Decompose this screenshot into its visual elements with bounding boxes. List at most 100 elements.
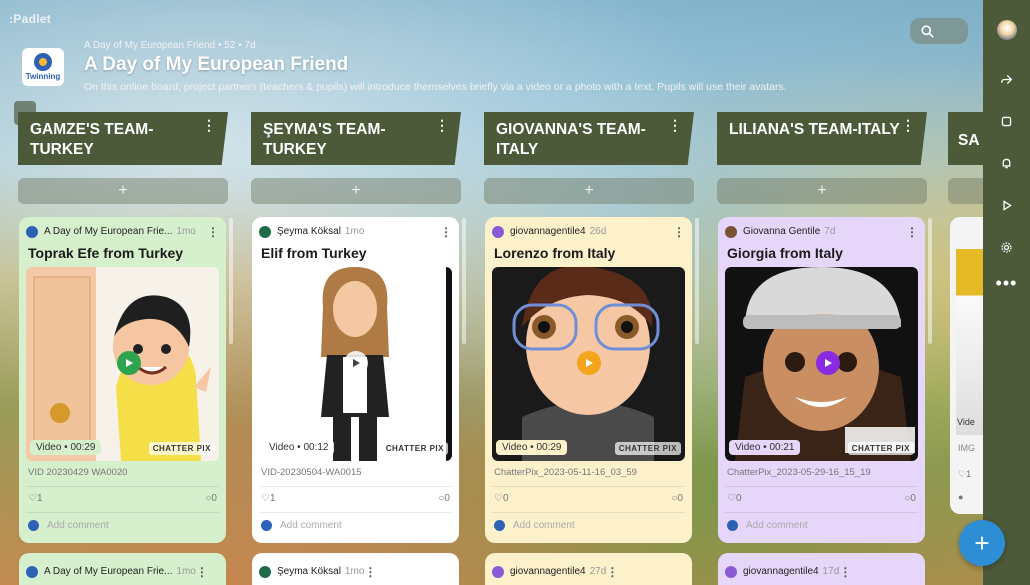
scrollbar[interactable] [462, 218, 466, 344]
divider [259, 486, 452, 487]
post-video[interactable]: Video • 00:29 CHATTER PIX [26, 267, 219, 461]
video-filename: IMG [958, 443, 975, 453]
author-avatar [725, 565, 737, 578]
post-menu-icon[interactable]: ⋮ [906, 225, 918, 239]
column-header-partial[interactable]: SA [948, 112, 983, 165]
column-menu-icon[interactable]: ⋮ [435, 118, 449, 132]
column-menu-icon[interactable]: ⋮ [901, 118, 915, 132]
post-card-next[interactable]: giovannagentile4 17d ⋮ [718, 553, 925, 585]
add-post-button[interactable]: + [251, 178, 461, 204]
commenter-avatar: ● [958, 492, 964, 502]
add-post-button[interactable]: + [18, 178, 228, 204]
post-menu-icon[interactable]: ⋮ [364, 565, 376, 579]
slideshow-button[interactable] [994, 192, 1020, 218]
settings-button[interactable] [994, 234, 1020, 260]
comment-count[interactable]: ○0 [671, 493, 683, 504]
like-button[interactable]: ♡1 [958, 469, 971, 480]
post-card-partial[interactable]: Vide IMG ♡1 ● [950, 217, 983, 514]
share-button[interactable] [994, 66, 1020, 92]
divider [26, 512, 219, 513]
post-menu-icon[interactable]: ⋮ [207, 225, 219, 239]
like-button[interactable]: ♡0 [727, 493, 742, 504]
post-menu-icon[interactable]: ⋮ [440, 225, 452, 239]
comment-count[interactable]: ○0 [205, 493, 217, 504]
search-icon [921, 24, 934, 38]
board-meta: A Day of My European Friend • 52 • 7d [84, 40, 256, 51]
add-post-fab[interactable]: + [959, 520, 1005, 566]
column-liliana: LILIANA'S TEAM-ITALY ⋮ + [717, 112, 927, 204]
post-menu-icon[interactable]: ⋮ [839, 565, 851, 579]
column-title: LILIANA'S TEAM-ITALY [729, 121, 900, 138]
add-comment-field[interactable]: Add comment [259, 520, 452, 531]
play-button[interactable] [117, 351, 141, 375]
scrollbar[interactable] [695, 218, 699, 344]
notifications-button[interactable] [994, 150, 1020, 176]
add-comment-field[interactable]: Add comment [725, 520, 918, 531]
post-video[interactable]: Video • 00:21 CHATTER PIX [725, 267, 918, 461]
play-button[interactable] [344, 351, 368, 375]
like-button[interactable]: ♡1 [28, 493, 43, 504]
column-header[interactable]: GAMZE'S TEAM-TURKEY ⋮ [18, 112, 228, 165]
scrollbar[interactable] [928, 218, 932, 344]
add-comment-field[interactable]: Add comment [26, 520, 219, 531]
divider [492, 512, 685, 513]
post-time: 26d [589, 226, 607, 237]
post-card[interactable]: Giovanna Gentile 7d ⋮ Giorgia from Italy… [718, 217, 925, 543]
author-avatar [259, 225, 271, 238]
padlet-logo[interactable]: :Padlet [9, 12, 51, 26]
play-icon [825, 359, 832, 367]
post-title: Toprak Efe from Turkey [28, 245, 184, 261]
post-card-next[interactable]: A Day of My European Frie... 1mo ⋮ [19, 553, 226, 585]
add-post-button-partial[interactable] [948, 178, 983, 204]
post-author: A Day of My European Frie... [44, 566, 173, 577]
add-post-button[interactable]: + [484, 178, 694, 204]
video-duration-badge: Vide [957, 417, 975, 427]
divider [26, 486, 219, 487]
like-button[interactable]: ♡0 [494, 493, 509, 504]
scrollbar[interactable] [229, 218, 233, 344]
comment-count[interactable]: ○0 [904, 493, 916, 504]
post-thumbnail-partial [956, 249, 983, 435]
post-card[interactable]: giovannagentile4 26d ⋮ Lorenzo from Ital… [485, 217, 692, 543]
video-duration-badge: Video • 00:12 [263, 440, 335, 455]
comment-count[interactable]: ○0 [438, 493, 450, 504]
column-header[interactable]: ŞEYMA'S TEAM-TURKEY ⋮ [251, 112, 461, 165]
add-comment-field[interactable]: Add comment [492, 520, 685, 531]
more-icon[interactable]: ••• [996, 274, 1018, 292]
post-time: 1mo [344, 226, 365, 237]
column-menu-icon[interactable]: ⋮ [668, 118, 682, 132]
like-button[interactable]: ♡1 [261, 493, 276, 504]
play-button[interactable] [816, 351, 840, 375]
post-card[interactable]: Şeyma Köksal 1mo ⋮ Elif from Turkey Vide… [252, 217, 459, 543]
play-icon [353, 359, 360, 367]
column-menu-icon[interactable]: ⋮ [202, 118, 216, 132]
post-author: Giovanna Gentile [743, 226, 821, 237]
post-author: Şeyma Köksal [277, 566, 341, 577]
post-time: 7d [824, 226, 836, 237]
post-video[interactable]: Video • 00:12 CHATTER PIX [259, 267, 452, 461]
board-logo: Twinning [22, 48, 64, 86]
post-card[interactable]: A Day of My European Frie... 1mo ⋮ Topra… [19, 217, 226, 543]
video-filename: VID-20230504-WA0015 [261, 467, 362, 478]
post-menu-icon[interactable]: ⋮ [673, 225, 685, 239]
post-video[interactable]: Video • 00:29 CHATTER PIX [492, 267, 685, 461]
commenter-avatar [28, 520, 39, 531]
post-card-next[interactable]: giovannagentile4 27d ⋮ [485, 553, 692, 585]
column-header[interactable]: GIOVANNA'S TEAM-ITALY ⋮ [484, 112, 694, 165]
post-author: Şeyma Köksal [277, 226, 341, 237]
column-header[interactable]: LILIANA'S TEAM-ITALY ⋮ [717, 112, 927, 165]
remake-button[interactable] [994, 108, 1020, 134]
chatterpix-watermark: CHATTER PIX [847, 442, 914, 455]
post-card-next[interactable]: Şeyma Köksal 1mo ⋮ [252, 553, 459, 585]
divider [492, 486, 685, 487]
search-button[interactable] [910, 18, 968, 44]
author-avatar [492, 225, 504, 238]
post-time: 17d [822, 566, 840, 577]
column-title: ŞEYMA'S TEAM-TURKEY [263, 121, 386, 158]
post-menu-icon[interactable]: ⋮ [196, 565, 208, 579]
post-menu-icon[interactable]: ⋮ [606, 565, 618, 579]
play-button[interactable] [577, 351, 601, 375]
video-duration-badge: Video • 00:29 [496, 440, 568, 455]
user-avatar[interactable] [996, 20, 1017, 40]
add-post-button[interactable]: + [717, 178, 927, 204]
